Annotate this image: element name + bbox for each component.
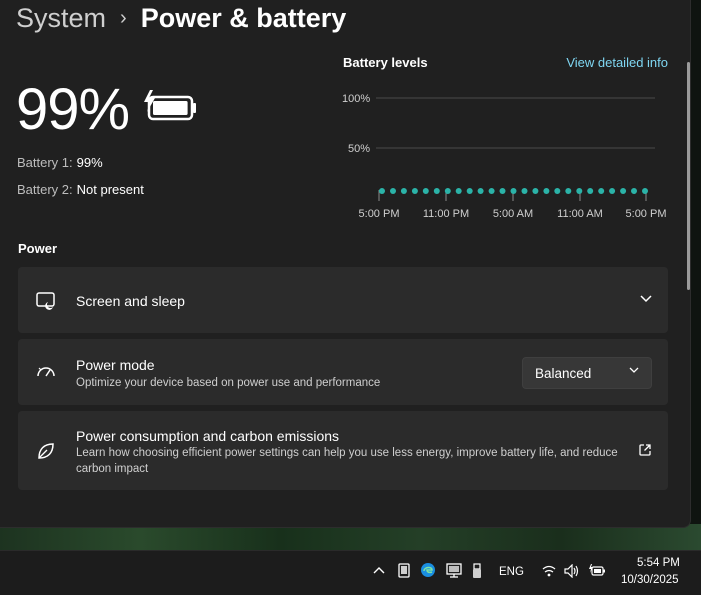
battery-levels-title: Battery levels [343, 55, 428, 70]
leaf-icon [38, 443, 54, 459]
battery-1-row: Battery 1: 99% [17, 155, 103, 170]
battery-2-row: Battery 2: Not present [17, 182, 144, 197]
chart-point [444, 188, 451, 194]
tablet-icon[interactable] [398, 563, 410, 579]
chart-point [488, 188, 495, 194]
chart-point [390, 188, 396, 194]
settings-window: System › Power & battery 99% Battery 1: 9… [0, 0, 691, 528]
chart-point [422, 188, 429, 194]
vertical-scrollbar[interactable] [687, 62, 690, 290]
battery-charging-icon[interactable] [588, 563, 606, 577]
breadcrumb: System › Power & battery [16, 0, 346, 36]
power-consumption-description: Learn how choosing efficient power setti… [76, 447, 618, 475]
breadcrumb-system[interactable]: System [16, 3, 106, 34]
chart-point [631, 188, 637, 194]
usb-icon[interactable] [472, 563, 482, 579]
chart-xtick-label: 5:00 PM [626, 208, 667, 220]
screen-and-sleep-card[interactable]: Screen and sleep [18, 267, 668, 333]
chart-point [598, 188, 605, 194]
chart-point [620, 188, 627, 194]
edge-icon[interactable] [420, 562, 436, 578]
chart-point [642, 188, 648, 194]
chart-point [400, 188, 407, 194]
battery-1-value: 99% [76, 155, 103, 170]
monitor-icon[interactable] [446, 563, 462, 579]
chevron-up-icon[interactable] [373, 566, 385, 575]
battery-2-label: Battery 2: [17, 182, 73, 197]
open-external-icon[interactable] [638, 443, 652, 457]
chart-ytick-50: 50% [348, 143, 370, 155]
power-mode-gauge-icon [37, 367, 55, 377]
power-mode-dropdown[interactable]: Balanced [522, 357, 652, 389]
chart-point [433, 188, 440, 194]
view-detailed-info-link[interactable]: View detailed info [566, 55, 668, 70]
chart-point [499, 188, 506, 194]
power-section-title: Power [18, 241, 58, 256]
taskbar: ENG 5:54 PM 10/30/2025 [0, 550, 701, 595]
wifi-icon[interactable] [542, 565, 556, 577]
chart-point [411, 188, 418, 194]
chart-point [532, 188, 539, 194]
chevron-down-icon [629, 367, 639, 373]
clock-date[interactable]: 10/30/2025 [621, 574, 679, 586]
chart-point [565, 188, 572, 194]
chart-ytick-100: 100% [342, 93, 370, 105]
chart-point [609, 188, 616, 194]
power-mode-title: Power mode [76, 357, 155, 373]
chart-xtick-label: 5:00 AM [493, 208, 533, 220]
chart-point [455, 188, 462, 194]
chart-point [576, 188, 583, 194]
chart-point [554, 188, 561, 194]
battery-2-value: Not present [76, 182, 144, 197]
chart-point [521, 188, 528, 194]
battery-1-label: Battery 1: [17, 155, 73, 170]
chart-point [379, 188, 385, 194]
power-mode-selected: Balanced [535, 366, 592, 381]
chart-point [466, 188, 473, 194]
chart-xtick-label: 11:00 AM [557, 208, 603, 220]
chart-point [543, 188, 550, 194]
page-title: Power & battery [140, 2, 347, 33]
clock-time[interactable]: 5:54 PM [637, 557, 680, 569]
chart-point [587, 188, 594, 194]
battery-charging-large-icon [144, 90, 196, 121]
chevron-down-icon[interactable] [640, 295, 652, 303]
battery-percent-large: 99% [16, 77, 130, 142]
chart-point [477, 188, 484, 194]
chart-xtick-label: 11:00 PM [423, 208, 469, 220]
volume-icon[interactable] [564, 564, 580, 578]
breadcrumb-separator: › [120, 6, 127, 29]
power-mode-card: Power mode Optimize your device based on… [18, 339, 668, 405]
power-consumption-card[interactable]: Power consumption and carbon emissions L… [18, 411, 668, 490]
input-language[interactable]: ENG [499, 566, 524, 578]
screen-and-sleep-title: Screen and sleep [76, 293, 185, 309]
screen-sleep-icon [36, 292, 55, 310]
power-consumption-title: Power consumption and carbon emissions [76, 428, 340, 444]
chart-xtick-label: 5:00 PM [359, 208, 400, 220]
chart-point [510, 188, 517, 194]
battery-levels-chart: 100% 50% 5:00 PM 11:00 PM 5:00 AM 11:00 AM 5… [342, 93, 667, 220]
